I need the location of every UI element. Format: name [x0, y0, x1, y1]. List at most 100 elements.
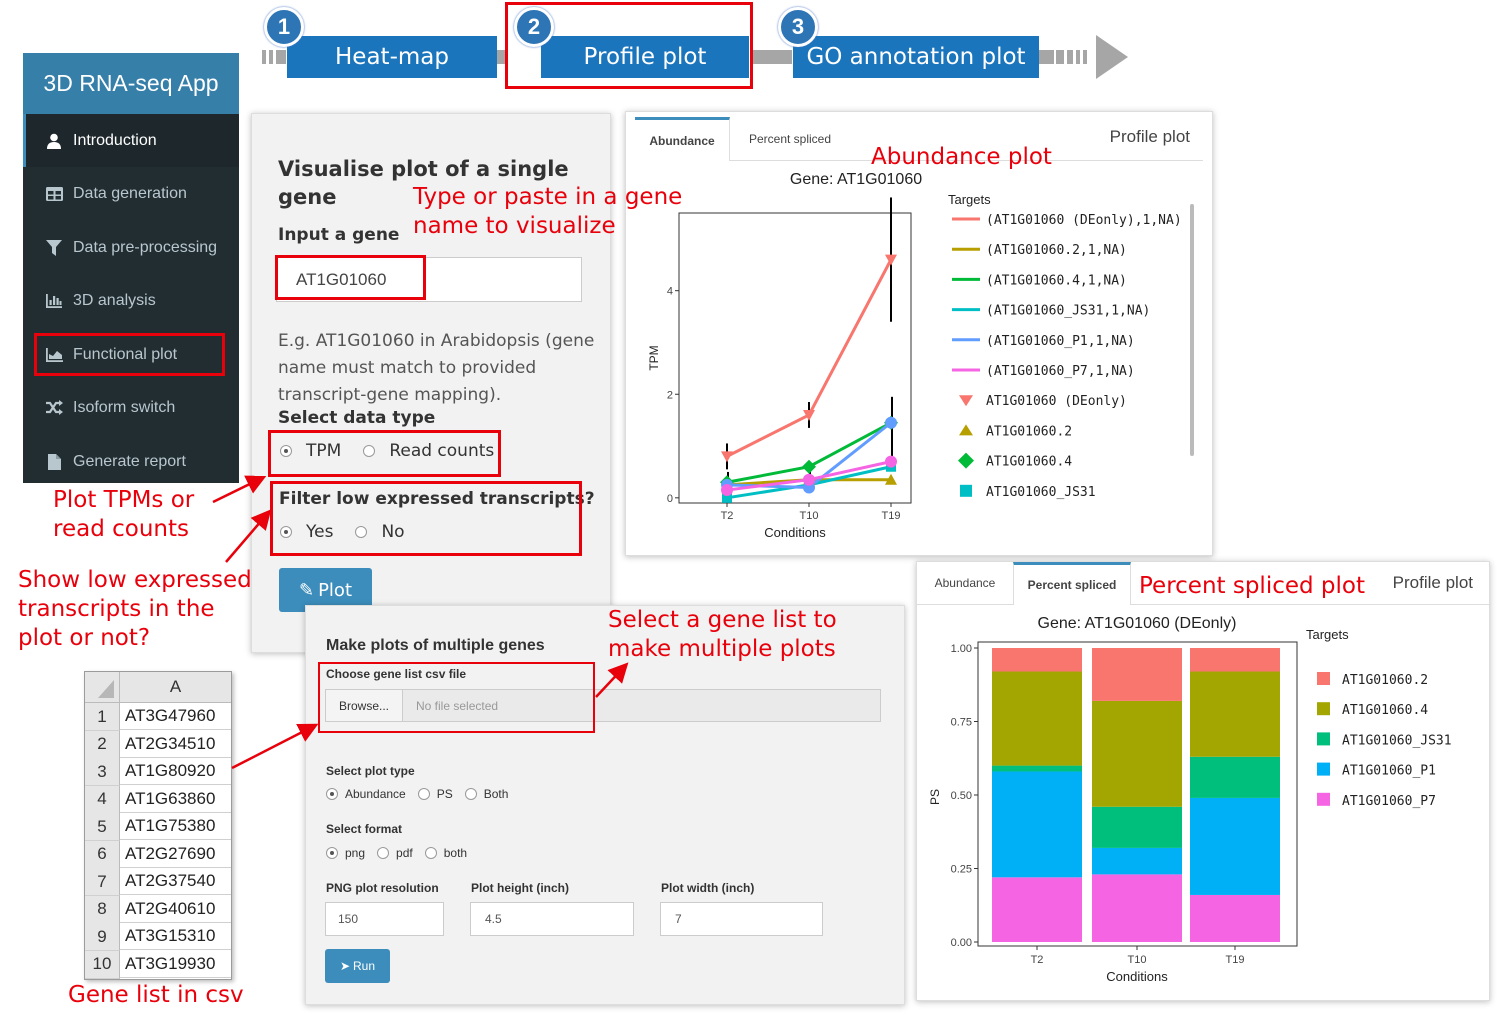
file-icon	[43, 453, 65, 470]
y-tick-label: 0	[667, 493, 673, 505]
y-axis-title: PS	[928, 789, 942, 805]
csv-gene-cell[interactable]: AT2G37540	[120, 868, 231, 895]
step-3-badge: 3	[778, 7, 818, 47]
callout-show-low: Show low expressed transcripts in the pl…	[18, 566, 252, 653]
data-point	[885, 455, 897, 468]
abundance-header: Profile plot	[1109, 127, 1190, 146]
sidebar-item-data-preprocessing[interactable]: Data pre-processing	[23, 221, 239, 274]
stacked-bar-segment	[1190, 671, 1280, 757]
legend-label: AT1G01060_P7	[1342, 794, 1436, 809]
callout-type-gene-1: Type or paste in a gene	[413, 184, 683, 210]
radio-png[interactable]	[326, 847, 338, 859]
csv-row-number: 8	[85, 895, 120, 924]
csv-gene-cell[interactable]: AT3G47960	[120, 703, 231, 730]
legend-label: AT1G01060.2	[1342, 673, 1428, 688]
radio-pdf[interactable]	[377, 847, 390, 859]
legend-swatch	[1317, 792, 1330, 806]
radio-both[interactable]	[464, 788, 477, 800]
height-input[interactable]: 4.5	[470, 902, 634, 936]
help-line-3: transcript-gene mapping).	[278, 385, 502, 405]
csv-gene-cell[interactable]: AT3G15310	[120, 923, 231, 950]
stacked-bar-segment	[992, 648, 1082, 672]
callout-select-list: Select a gene list to make multiple plot…	[608, 606, 837, 664]
highlight-data-type	[268, 430, 501, 477]
radio-ps[interactable]	[417, 788, 430, 800]
abundance-panel: Abundance Percent spliced Profile plot G…	[625, 111, 1213, 556]
sidebar-item-label: Generate report	[73, 452, 186, 470]
stacked-bar-segment	[1190, 648, 1280, 672]
csv-row-number: 6	[85, 840, 120, 869]
width-input[interactable]: 7	[660, 902, 823, 936]
send-icon: ➤	[339, 959, 351, 973]
ps-tab-ps-label: Percent spliced	[1027, 578, 1117, 592]
csv-gene-cell[interactable]: AT2G40610	[120, 896, 231, 923]
shuffle-icon	[43, 400, 65, 415]
tab-percent-spliced[interactable]: Percent spliced	[740, 117, 840, 160]
legend-title: Targets	[948, 192, 991, 207]
width-value: 7	[675, 912, 682, 926]
sidebar-item-isoform-switch[interactable]: Isoform switch	[23, 381, 239, 434]
csv-row-number: 3	[85, 758, 120, 786]
csv-column-header: A	[120, 672, 231, 703]
pencil-icon: ✎	[298, 579, 315, 601]
step-go-annotation[interactable]: GO annotation plot	[793, 36, 1039, 78]
ps-header: Profile plot	[1392, 573, 1473, 592]
sidebar-item-label: Introduction	[73, 131, 157, 149]
csv-row-number: 1	[85, 703, 120, 731]
data-point	[885, 416, 897, 429]
abundance-plot-frame	[678, 212, 912, 504]
tab-abundance[interactable]: Abundance	[635, 117, 730, 161]
sidebar-item-label: Isoform switch	[73, 398, 176, 416]
data-type-label: Select data type	[278, 408, 436, 428]
csv-gene-cell[interactable]: AT1G80920	[120, 758, 231, 785]
ps-tab-abundance[interactable]: Abundance	[917, 562, 1013, 604]
x-tick-label: T19	[1226, 954, 1245, 966]
res-value: 150	[338, 912, 359, 926]
highlight-profile-step	[505, 2, 753, 89]
abundance-chart: Gene: AT1G01060 0 2 4 T2 T10 T19 Conditions TPM T…	[647, 171, 1194, 540]
radio-format-both[interactable]	[424, 847, 437, 859]
callout-show-low-2: transcripts in the	[18, 596, 215, 622]
abundance-chart-title: Gene: AT1G01060	[790, 171, 922, 188]
sidebar-item-label: Data generation	[73, 184, 187, 202]
y-tick-label: 0.25	[951, 864, 972, 876]
x-tick-label: T2	[721, 510, 734, 522]
csv-gene-cell[interactable]: AT2G34510	[120, 731, 231, 758]
legend-label: AT1G01060.2	[986, 424, 1072, 439]
step-3-number: 3	[791, 14, 805, 39]
stacked-bar-segment	[1092, 700, 1182, 807]
run-button[interactable]: ➤ Run	[325, 949, 390, 983]
step-heatmap[interactable]: Heat-map	[287, 36, 497, 78]
res-input[interactable]: 150	[325, 902, 444, 936]
callout-ps-plot: Percent spliced plot	[1139, 573, 1366, 599]
radio-format-both-label: both	[443, 846, 468, 860]
radio-abundance-label: Abundance	[345, 787, 406, 801]
step-heatmap-label: Heat-map	[335, 44, 449, 70]
sidebar-item-label: 3D analysis	[73, 291, 156, 309]
csv-corner	[85, 672, 120, 703]
sidebar-item-generate-report[interactable]: Generate report	[23, 435, 239, 488]
csv-gene-cell[interactable]: AT1G63860	[120, 786, 231, 813]
ps-tab-percent-spliced[interactable]: Percent spliced	[1013, 562, 1131, 605]
y-axis-title: TPM	[647, 345, 661, 370]
radio-abundance[interactable]	[326, 788, 338, 800]
legend-swatch	[1317, 732, 1330, 746]
csv-gene-cell[interactable]: AT2G27690	[120, 841, 231, 868]
legend-swatch	[1317, 762, 1330, 776]
sidebar-item-3d-analysis[interactable]: 3D analysis	[23, 274, 239, 327]
gene-input-label: Input a gene	[278, 225, 400, 245]
csv-gene-cell[interactable]: AT1G75380	[120, 813, 231, 840]
sidebar-item-data-generation[interactable]: Data generation	[23, 167, 239, 220]
legend-label: (AT1G01060 (DEonly),1,NA)	[986, 213, 1182, 228]
csv-gene-cell[interactable]: AT3G19930	[120, 951, 231, 978]
height-label: Plot height (inch)	[471, 881, 569, 895]
csv-row-number: 4	[85, 785, 120, 814]
gene-help-text: E.g. AT1G01060 in Arabidopsis (gene name…	[278, 328, 594, 409]
legend-marker-key	[959, 395, 973, 407]
stacked-bar-segment	[1092, 806, 1182, 848]
callout-select-list-1: Select a gene list to	[608, 607, 837, 633]
stacked-bar-segment	[1190, 797, 1280, 895]
sidebar-item-introduction[interactable]: Introduction	[23, 114, 239, 167]
ps-panel: Abundance Percent spliced Profile plot G…	[916, 561, 1491, 1001]
step-1-number: 1	[277, 14, 291, 39]
